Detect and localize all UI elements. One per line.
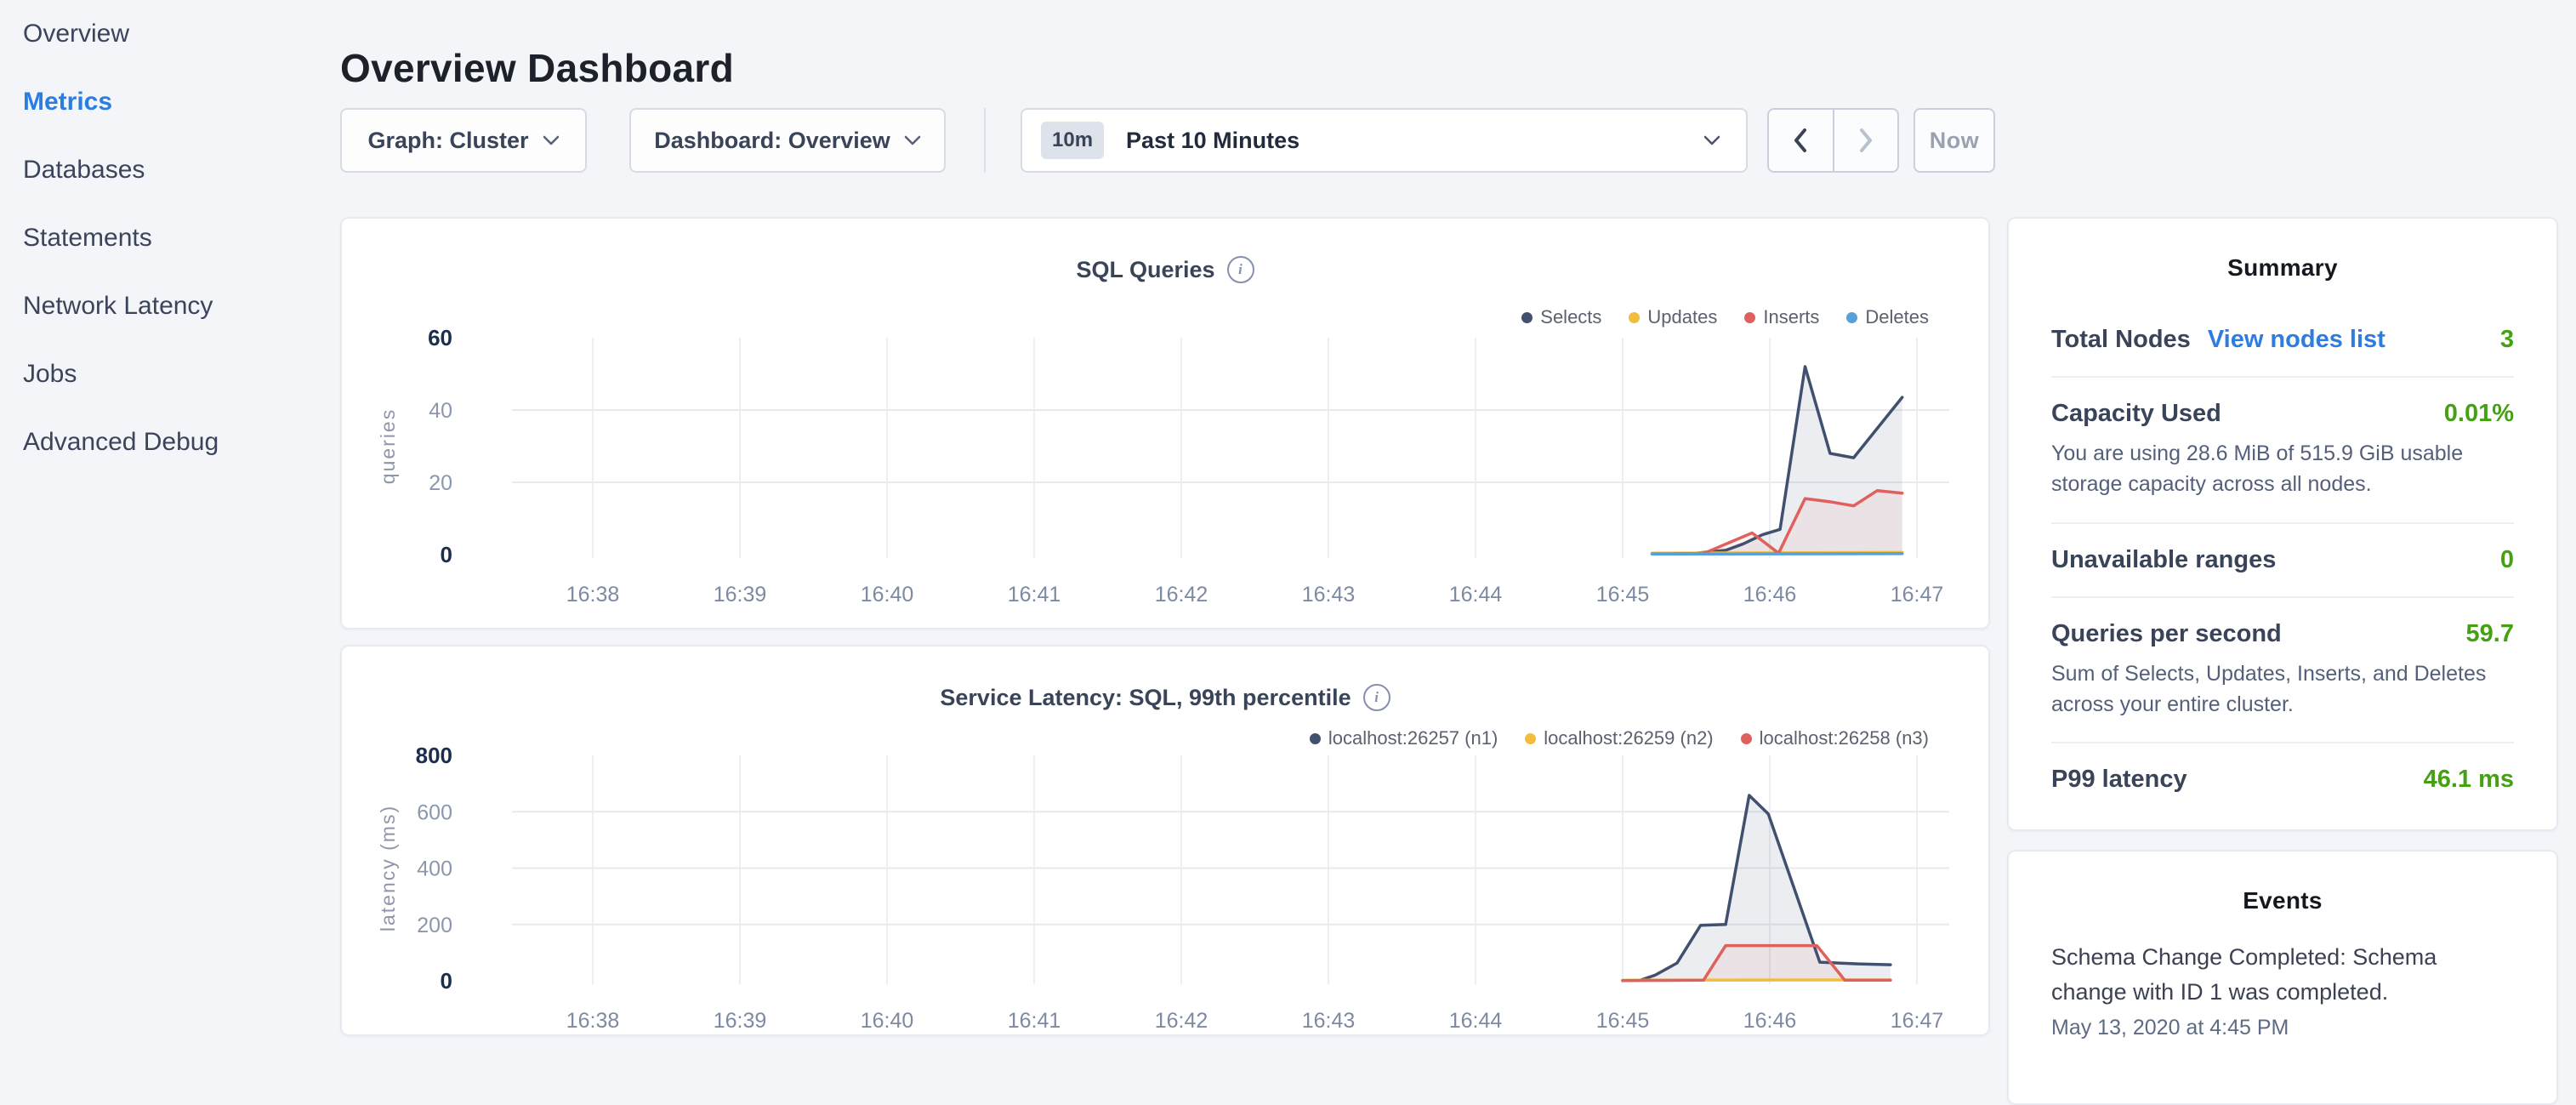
summary-row-value: 0 bbox=[2500, 546, 2514, 574]
sidebar-item-statements[interactable]: Statements bbox=[23, 204, 329, 272]
svg-text:16:47: 16:47 bbox=[1891, 1009, 1944, 1033]
svg-text:16:39: 16:39 bbox=[714, 1009, 767, 1033]
svg-text:16:44: 16:44 bbox=[1449, 583, 1503, 607]
svg-text:20: 20 bbox=[429, 471, 452, 495]
svg-text:200: 200 bbox=[417, 914, 452, 937]
svg-text:16:46: 16:46 bbox=[1743, 583, 1797, 607]
events-card: Events Schema Change Completed: Schema c… bbox=[2007, 850, 2558, 1105]
chevron-down-icon bbox=[1703, 135, 1720, 145]
svg-text:400: 400 bbox=[417, 857, 452, 881]
time-step-buttons bbox=[1767, 108, 1899, 173]
chevron-down-icon bbox=[904, 135, 921, 145]
time-range-label: Past 10 Minutes bbox=[1126, 128, 1703, 154]
view-nodes-link[interactable]: View nodes list bbox=[2208, 326, 2386, 354]
events-list: Schema Change Completed: Schema change w… bbox=[2051, 940, 2514, 1040]
now-button[interactable]: Now bbox=[1914, 108, 1995, 173]
sidebar-item-jobs[interactable]: Jobs bbox=[23, 340, 329, 408]
event-timestamp: May 13, 2020 at 4:45 PM bbox=[2051, 1016, 2514, 1040]
svg-text:16:43: 16:43 bbox=[1302, 583, 1356, 607]
svg-text:16:40: 16:40 bbox=[861, 583, 914, 607]
summary-row-label: P99 latency bbox=[2051, 766, 2187, 794]
chevron-left-icon bbox=[1790, 127, 1811, 154]
time-range-selector[interactable]: 10m Past 10 Minutes bbox=[1021, 108, 1748, 173]
svg-text:16:42: 16:42 bbox=[1155, 1009, 1208, 1033]
summary-row-label: Queries per second bbox=[2051, 620, 2282, 648]
summary-row-value: 3 bbox=[2500, 326, 2514, 354]
summary-row-desc: You are using 28.6 MiB of 515.9 GiB usab… bbox=[2051, 438, 2514, 500]
svg-text:latency (ms): latency (ms) bbox=[377, 805, 399, 931]
time-range-badge: 10m bbox=[1041, 122, 1104, 159]
svg-text:16:45: 16:45 bbox=[1596, 583, 1650, 607]
summary-row: Unavailable ranges 0 bbox=[2051, 524, 2514, 598]
service-latency-panel: Service Latency: SQL, 99th percentile i … bbox=[340, 645, 1990, 1036]
dashboard-dropdown-label: Dashboard: Overview bbox=[654, 128, 890, 154]
service-latency-chart: 16:38 16:39 16:40 16:41 16:42 16:43 16:44 16:45… bbox=[342, 646, 1988, 1034]
summary-title: Summary bbox=[2051, 254, 2514, 282]
svg-text:600: 600 bbox=[417, 800, 452, 824]
svg-text:16:38: 16:38 bbox=[566, 583, 620, 607]
summary-row: Total Nodes View nodes list 3 bbox=[2051, 304, 2514, 378]
sidebar-item-advanced-debug[interactable]: Advanced Debug bbox=[23, 408, 329, 476]
event-text: Schema Change Completed: Schema change w… bbox=[2051, 940, 2514, 1009]
svg-text:16:46: 16:46 bbox=[1743, 1009, 1797, 1033]
svg-text:16:43: 16:43 bbox=[1302, 1009, 1356, 1033]
dashboard-dropdown[interactable]: Dashboard: Overview bbox=[629, 108, 946, 173]
controls-divider bbox=[984, 108, 986, 173]
time-prev-button[interactable] bbox=[1769, 110, 1834, 171]
svg-text:16:44: 16:44 bbox=[1449, 1009, 1503, 1033]
sql-queries-panel: SQL Queries i SelectsUpdatesInsertsDelet… bbox=[340, 217, 1990, 629]
svg-text:16:39: 16:39 bbox=[714, 583, 767, 607]
chevron-down-icon bbox=[543, 135, 560, 145]
summary-row: Queries per second 59.7 Sum of Selects, Up… bbox=[2051, 598, 2514, 744]
summary-row-value: 0.01% bbox=[2444, 400, 2514, 428]
summary-row: Capacity Used 0.01% You are using 28.6 MiB… bbox=[2051, 378, 2514, 524]
svg-text:16:38: 16:38 bbox=[566, 1009, 620, 1033]
svg-text:800: 800 bbox=[416, 743, 452, 768]
event-item: Schema Change Completed: Schema change w… bbox=[2051, 940, 2514, 1040]
graph-dropdown-label: Graph: Cluster bbox=[367, 128, 528, 154]
svg-text:16:47: 16:47 bbox=[1891, 583, 1944, 607]
summary-row-desc: Sum of Selects, Updates, Inserts, and De… bbox=[2051, 658, 2514, 721]
page-title: Overview Dashboard bbox=[340, 45, 734, 91]
summary-row: P99 latency 46.1 ms bbox=[2051, 743, 2514, 816]
svg-text:16:41: 16:41 bbox=[1008, 583, 1061, 607]
now-button-label: Now bbox=[1930, 128, 1980, 154]
svg-text:16:42: 16:42 bbox=[1155, 583, 1208, 607]
summary-row-label: Total Nodes bbox=[2051, 326, 2191, 354]
summary-card: Summary Total Nodes View nodes list 3 Capac… bbox=[2007, 217, 2558, 831]
summary-row-value: 46.1 ms bbox=[2424, 766, 2514, 794]
summary-row-label: Capacity Used bbox=[2051, 400, 2221, 428]
summary-row-label: Unavailable ranges bbox=[2051, 546, 2276, 574]
sidebar-item-network-latency[interactable]: Network Latency bbox=[23, 272, 329, 340]
sql-queries-chart: 16:38 16:39 16:40 16:41 16:42 16:43 16:44 16:45… bbox=[342, 219, 1988, 628]
time-next-button[interactable] bbox=[1834, 110, 1898, 171]
svg-text:0: 0 bbox=[441, 542, 452, 567]
svg-text:40: 40 bbox=[429, 399, 452, 423]
controls-row: Graph: Cluster Dashboard: Overview 10m P… bbox=[0, 108, 2576, 173]
events-title: Events bbox=[2051, 887, 2514, 914]
summary-rows: Total Nodes View nodes list 3 Capacity Used… bbox=[2051, 304, 2514, 816]
svg-text:0: 0 bbox=[441, 968, 452, 994]
chevron-right-icon bbox=[1856, 127, 1876, 154]
sidebar-item-overview[interactable]: Overview bbox=[23, 0, 329, 68]
svg-text:queries: queries bbox=[377, 408, 399, 484]
graph-dropdown[interactable]: Graph: Cluster bbox=[340, 108, 587, 173]
svg-text:16:45: 16:45 bbox=[1596, 1009, 1650, 1033]
svg-text:16:40: 16:40 bbox=[861, 1009, 914, 1033]
svg-text:60: 60 bbox=[428, 325, 452, 350]
sidebar-nav: OverviewMetricsDatabasesStatementsNetwor… bbox=[23, 0, 329, 476]
svg-text:16:41: 16:41 bbox=[1008, 1009, 1061, 1033]
summary-row-value: 59.7 bbox=[2466, 620, 2514, 648]
